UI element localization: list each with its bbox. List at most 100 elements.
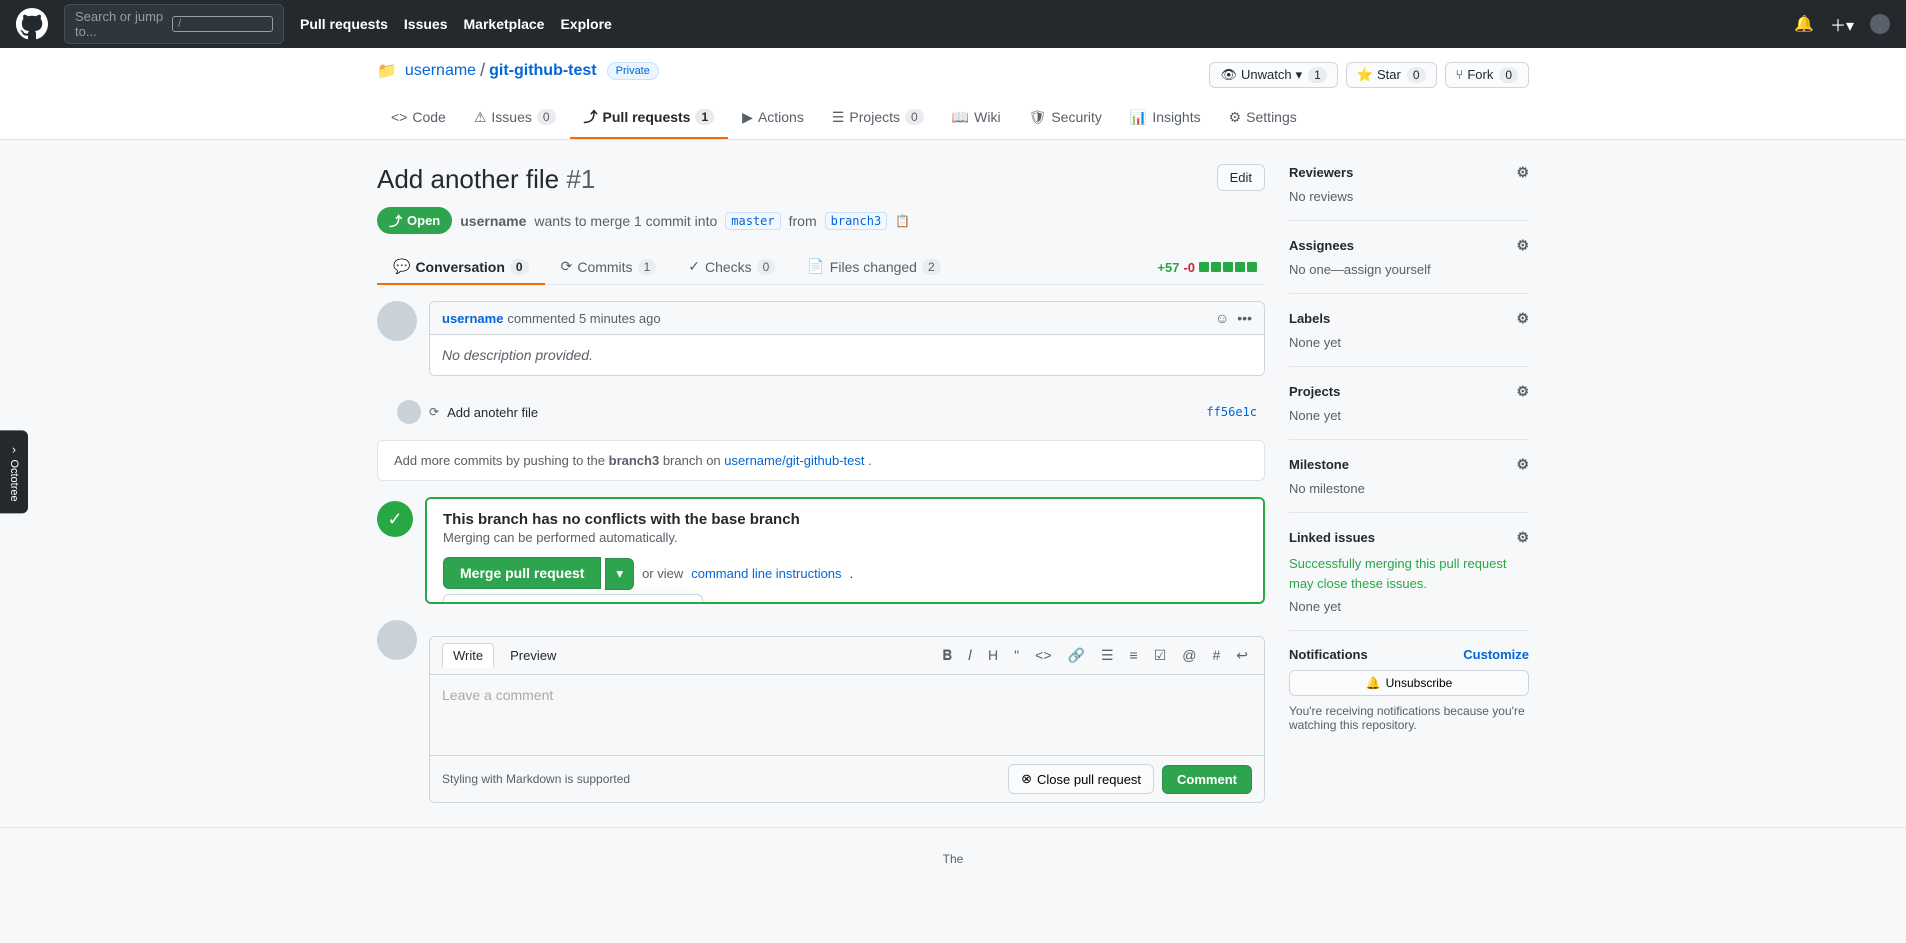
pr-meta: ⤴ Open username wants to merge 1 commit …: [377, 207, 1265, 234]
copy-branch-icon[interactable]: 📋: [895, 214, 910, 228]
repo-nav-insights[interactable]: 📊 Insights: [1116, 97, 1215, 139]
star-label: Star: [1377, 67, 1401, 82]
repo-nav-code[interactable]: <> Code: [377, 97, 460, 139]
star-button[interactable]: ⭐ Star 0: [1346, 62, 1437, 88]
repo-nav-issues[interactable]: ⚠ Issues 0: [460, 97, 570, 139]
bold-icon[interactable]: 𝐁: [938, 645, 956, 666]
pr-title: Add another file #1: [377, 164, 595, 195]
fork-button[interactable]: ⑂ Fork 0: [1445, 62, 1530, 88]
unwatch-button[interactable]: 👁 Unwatch ▾ 1: [1209, 62, 1337, 88]
tab-commits[interactable]: ⟳ Commits 1: [545, 250, 673, 285]
write-comment-footer: Styling with Markdown is supported ⊗ Clo…: [430, 755, 1264, 802]
pr-merge-text: wants to merge 1 commit into: [534, 213, 717, 229]
merge-subtitle: Merging can be performed automatically.: [443, 530, 1247, 545]
labels-gear-icon[interactable]: ⚙: [1516, 310, 1529, 327]
assignees-value: No one—assign yourself: [1289, 262, 1529, 277]
repo-nav-prs[interactable]: ⤴ Pull requests 1: [570, 97, 729, 139]
star-icon: ⭐: [1357, 67, 1373, 83]
tab-files-changed[interactable]: 📄 Files changed 2: [791, 250, 956, 285]
unsubscribe-button[interactable]: 🔔 Unsubscribe: [1289, 670, 1529, 696]
repo-navigation: <> Code ⚠ Issues 0 ⤴ Pull requests 1 ▶ A…: [377, 97, 1529, 139]
notifications-customize-link[interactable]: Customize: [1463, 647, 1529, 662]
labels-label: Labels: [1289, 311, 1330, 326]
pull-requests-link[interactable]: Pull requests: [300, 16, 388, 32]
diff-bar-5: [1247, 262, 1257, 272]
ordered-list-icon[interactable]: ≡: [1126, 645, 1142, 666]
bullet-list-icon[interactable]: ☰: [1097, 645, 1118, 666]
command-line-instructions-link[interactable]: command line instructions: [691, 566, 841, 581]
octotree-drawer[interactable]: › Octotree: [0, 430, 28, 513]
comment-submit-button[interactable]: Comment: [1162, 765, 1252, 794]
fork-icon: ⑂: [1456, 67, 1464, 82]
issues-link[interactable]: Issues: [404, 16, 448, 32]
github-logo[interactable]: [16, 8, 48, 40]
unsubscribe-label: Unsubscribe: [1386, 676, 1453, 690]
explore-link[interactable]: Explore: [560, 16, 611, 32]
link-icon[interactable]: 🔗: [1064, 645, 1089, 666]
reply-icon[interactable]: ↩: [1232, 645, 1252, 666]
commenter-name[interactable]: username: [442, 311, 503, 326]
octotree-label: Octotree: [8, 459, 20, 501]
fork-count: 0: [1499, 67, 1518, 83]
italic-icon[interactable]: 𝐼: [964, 645, 976, 666]
merge-dropdown-toggle[interactable]: ▾: [605, 558, 634, 590]
repo-nav-wiki[interactable]: 📖 Wiki: [938, 97, 1015, 139]
tab-checks[interactable]: ✓ Checks 0: [672, 250, 791, 285]
mention-icon[interactable]: @: [1178, 645, 1200, 666]
merge-pull-request-button[interactable]: Merge pull request: [443, 557, 601, 589]
sidebar-linked-issues-header: Linked issues ⚙: [1289, 529, 1529, 546]
merge-option-merge-commit[interactable]: ✓ Create a merge commit All commits from…: [444, 595, 702, 604]
write-comment-area: Write Preview 𝐁 𝐼 H " <> 🔗 ☰ ≡ ☑: [429, 636, 1265, 803]
preview-tab[interactable]: Preview: [500, 644, 566, 667]
sidebar-linked-issues-section: Linked issues ⚙ Successfully merging thi…: [1289, 513, 1529, 631]
pr-icon: ⤴: [584, 107, 598, 127]
create-plus-icon[interactable]: ＋▾: [1830, 12, 1854, 36]
reviewers-gear-icon[interactable]: ⚙: [1516, 164, 1529, 181]
repo-nav-actions[interactable]: ▶ Actions: [728, 97, 818, 139]
emoji-react-icon[interactable]: ☺: [1215, 310, 1229, 326]
notification-bell-icon[interactable]: 🔔: [1794, 14, 1814, 34]
sidebar-notifications-header: Notifications Customize: [1289, 647, 1529, 662]
comment-more-icon[interactable]: •••: [1237, 310, 1252, 326]
user-avatar[interactable]: [1870, 14, 1890, 34]
add-commits-repo-link[interactable]: username/git-github-test: [724, 453, 864, 468]
close-pull-request-button[interactable]: ⊗ Close pull request: [1008, 764, 1154, 794]
blockquote-icon[interactable]: ": [1010, 645, 1023, 666]
main-content: Add another file #1 Edit ⤴ Open username…: [353, 140, 1553, 827]
comment-actions: ☺ •••: [1215, 310, 1252, 326]
repo-owner-link[interactable]: username: [405, 62, 476, 80]
projects-gear-icon[interactable]: ⚙: [1516, 383, 1529, 400]
toolbar-icons: 𝐁 𝐼 H " <> 🔗 ☰ ≡ ☑ @ # ↩: [938, 645, 1252, 666]
pr-head-branch[interactable]: branch3: [825, 212, 888, 230]
assignees-gear-icon[interactable]: ⚙: [1516, 237, 1529, 254]
top-nav-links: Pull requests Issues Marketplace Explore: [300, 16, 612, 32]
diff-bar-2: [1211, 262, 1221, 272]
tab-conversation[interactable]: 💬 Conversation 0: [377, 250, 545, 285]
heading-icon[interactable]: H: [984, 645, 1002, 666]
repo-name-link[interactable]: git-github-test: [489, 62, 597, 80]
repo-nav-projects[interactable]: ☰ Projects 0: [818, 97, 938, 139]
pr-base-branch[interactable]: master: [725, 212, 780, 230]
linked-issues-gear-icon[interactable]: ⚙: [1516, 529, 1529, 546]
add-commits-notice: Add more commits by pushing to the branc…: [377, 440, 1265, 481]
commit-sha[interactable]: ff56e1c: [1206, 405, 1257, 419]
write-placeholder-text: Leave a comment: [442, 687, 553, 703]
top-navigation: Search or jump to... / Pull requests Iss…: [0, 0, 1906, 48]
ref-icon[interactable]: #: [1208, 645, 1224, 666]
task-list-icon[interactable]: ☑: [1150, 645, 1171, 666]
unwatch-label: Unwatch: [1241, 67, 1292, 82]
marketplace-link[interactable]: Marketplace: [464, 16, 545, 32]
add-commits-mid: branch on: [663, 453, 721, 468]
repo-nav-settings[interactable]: ⚙ Settings: [1215, 97, 1311, 139]
code-icon[interactable]: <>: [1031, 645, 1055, 666]
write-comment-input[interactable]: Leave a comment: [430, 675, 1264, 755]
edit-button[interactable]: Edit: [1217, 164, 1265, 191]
repo-nav-security[interactable]: 🛡 Security: [1015, 97, 1116, 139]
search-box[interactable]: Search or jump to... /: [64, 4, 284, 44]
pr-sidebar: Reviewers ⚙ No reviews Assignees ⚙ No on…: [1289, 164, 1529, 803]
milestone-gear-icon[interactable]: ⚙: [1516, 456, 1529, 473]
slash-badge: /: [172, 16, 273, 32]
write-tab[interactable]: Write: [442, 643, 494, 668]
pr-author: username: [460, 213, 526, 229]
merge-dropdown-menu: ✓ Create a merge commit All commits from…: [443, 594, 703, 604]
